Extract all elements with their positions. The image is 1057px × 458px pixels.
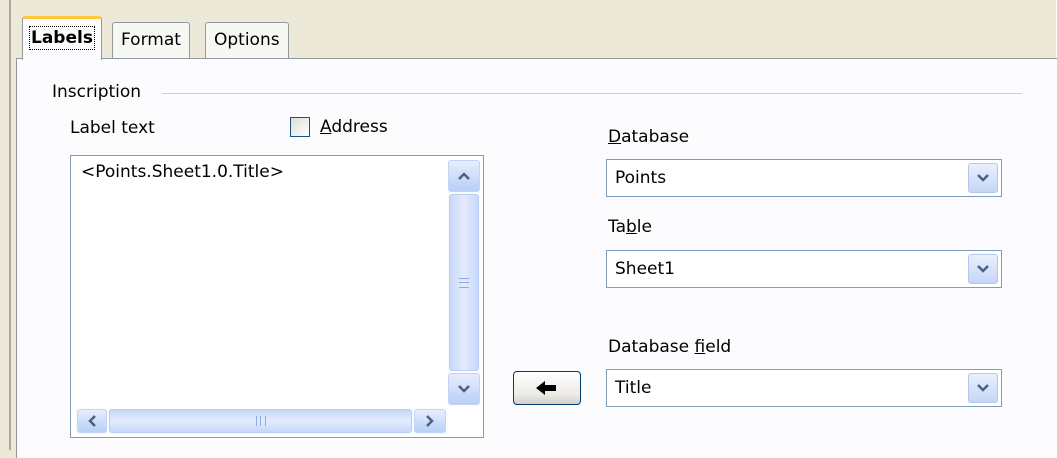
scroll-right-button[interactable]: [414, 409, 446, 433]
database-select[interactable]: Points: [606, 159, 1002, 197]
table-dropdown-button[interactable]: [968, 254, 998, 284]
scroll-left-button[interactable]: [77, 409, 107, 433]
database-field-select-value: Title: [615, 378, 652, 398]
label-text-area[interactable]: <Points.Sheet1.0.Title>: [70, 155, 484, 438]
chevron-right-icon: [426, 415, 434, 427]
tab-format[interactable]: Format: [112, 22, 190, 58]
label-text-label: Label text: [70, 118, 155, 138]
tab-labels-label: Labels: [29, 26, 95, 50]
tab-labels[interactable]: Labels: [22, 16, 102, 60]
tab-options-label: Options: [214, 30, 280, 50]
group-divider: [162, 93, 1022, 94]
window-frame-left: [9, 0, 11, 450]
label-text-value: <Points.Sheet1.0.Title>: [81, 162, 284, 182]
scroll-down-button[interactable]: [448, 373, 480, 405]
table-select[interactable]: Sheet1: [606, 250, 1002, 288]
address-checkbox[interactable]: [290, 117, 310, 137]
horizontal-scrollbar[interactable]: [75, 408, 448, 434]
vertical-scrollbar[interactable]: [448, 160, 480, 405]
tab-options[interactable]: Options: [205, 22, 289, 58]
arrow-left-icon: [536, 381, 556, 395]
horizontal-scroll-thumb[interactable]: [109, 409, 412, 433]
chevron-down-icon: [977, 384, 989, 392]
tab-format-label: Format: [121, 30, 181, 50]
inscription-group-label: Inscription: [52, 82, 142, 102]
chevron-up-icon: [458, 172, 470, 180]
database-field-dropdown-button[interactable]: [968, 373, 998, 403]
database-label: Database: [608, 127, 690, 147]
table-label: Table: [608, 217, 652, 237]
database-field-select[interactable]: Title: [606, 369, 1002, 407]
chevron-down-icon: [977, 174, 989, 182]
database-dropdown-button[interactable]: [968, 163, 998, 193]
chevron-left-icon: [88, 415, 96, 427]
vertical-scroll-thumb[interactable]: [449, 194, 479, 371]
table-select-value: Sheet1: [615, 259, 675, 279]
scroll-up-button[interactable]: [448, 160, 480, 192]
address-checkbox-label[interactable]: Address: [320, 117, 388, 137]
labels-dialog: Labels Format Options Inscription Label …: [0, 0, 1057, 458]
database-field-label: Database field: [608, 337, 732, 357]
chevron-down-icon: [977, 265, 989, 273]
chevron-down-icon: [458, 385, 470, 393]
insert-field-button[interactable]: [513, 371, 581, 405]
database-select-value: Points: [615, 168, 667, 188]
